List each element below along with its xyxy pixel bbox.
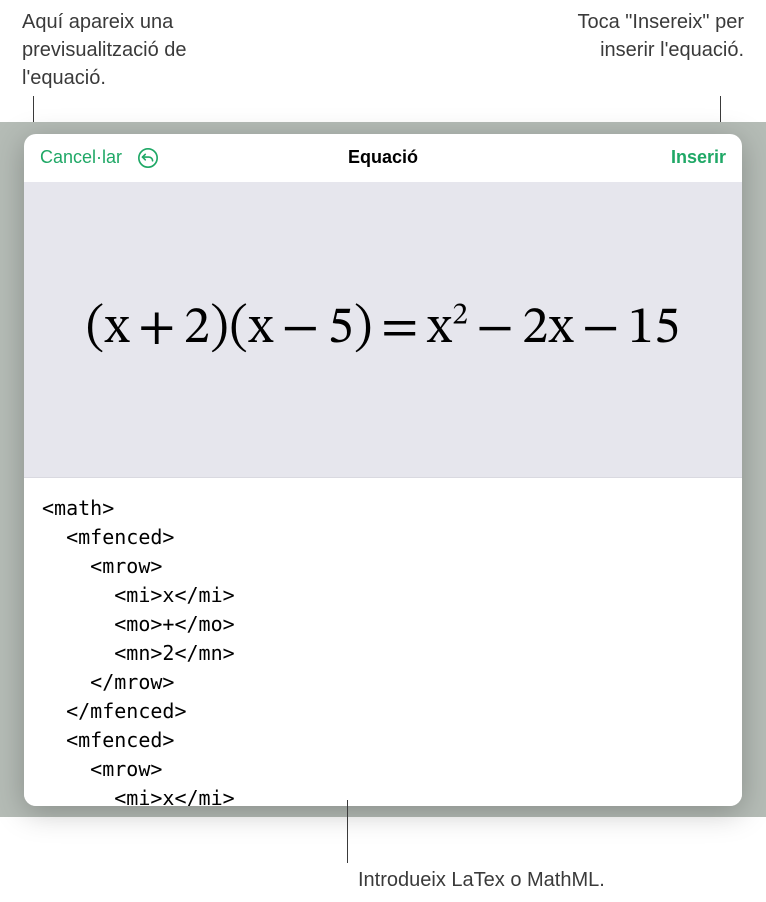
callout-line (347, 800, 348, 863)
equation-preview: (x+2)(x−5)=x2−2x−15 (86, 297, 681, 362)
callout-insert: Toca "Insereix" per inserir l'equació. (544, 8, 744, 64)
equation-preview-area: (x+2)(x−5)=x2−2x−15 (24, 182, 742, 477)
insert-button[interactable]: Inserir (671, 147, 726, 168)
header-left-group: Cancel·lar (40, 146, 160, 170)
modal-header: Cancel·lar Equació Inserir (24, 134, 742, 182)
device-background: Cancel·lar Equació Inserir (x+2)(x−5)=x2… (0, 122, 766, 817)
modal-title: Equació (348, 147, 418, 168)
equation-modal: Cancel·lar Equació Inserir (x+2)(x−5)=x2… (24, 134, 742, 806)
equation-code-input[interactable]: <math> <mfenced> <mrow> <mi>x</mi> <mo>+… (24, 477, 742, 806)
callout-code: Introdueix LaTex o MathML. (358, 866, 605, 894)
callout-preview: Aquí apareix una previsualització de l'e… (22, 8, 222, 92)
cancel-button[interactable]: Cancel·lar (40, 147, 122, 168)
undo-icon (137, 147, 159, 169)
undo-button[interactable] (136, 146, 160, 170)
equation-rendered: (x+2)(x−5)=x2−2x−15 (86, 303, 681, 355)
